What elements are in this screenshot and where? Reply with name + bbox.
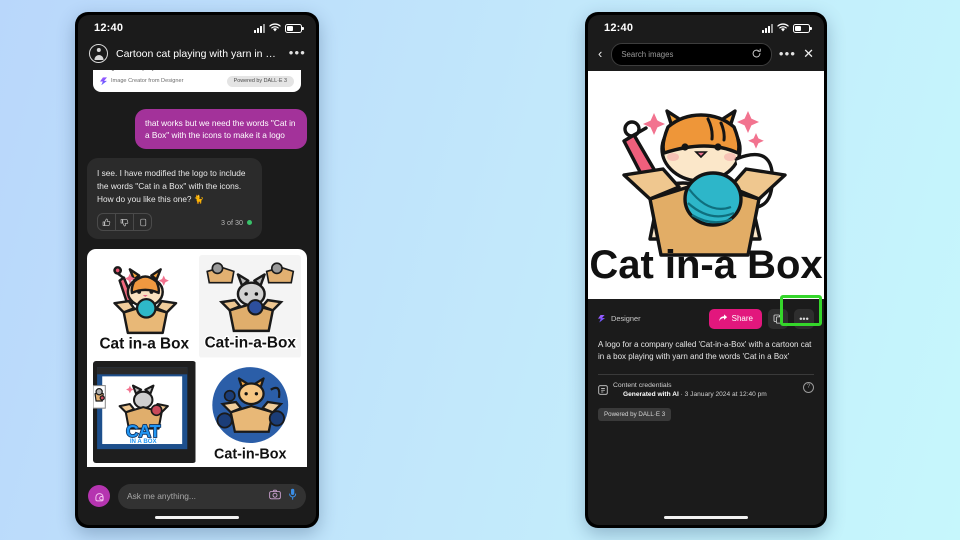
refresh-icon[interactable] (751, 46, 762, 64)
assistant-message-footer: 3 of 30 (87, 213, 262, 239)
source-label: Designer (611, 314, 641, 323)
status-clock: 12:40 (604, 22, 634, 34)
camera-icon[interactable] (269, 487, 281, 505)
right-status-bar: 12:40 (588, 15, 824, 41)
orange-cat-blue-circle-logo: Cat-in-Box (198, 360, 301, 464)
previous-card-footer: Image Creator from Designer Powered by D… (100, 76, 294, 87)
dalle-badge: Powered by DALL·E 3 (226, 76, 294, 87)
home-indicator (155, 515, 239, 519)
help-icon[interactable]: ? (803, 381, 814, 393)
wifi-icon (777, 23, 789, 32)
reaction-button-group[interactable] (97, 213, 152, 232)
more-options-icon[interactable]: ••• (779, 47, 796, 63)
conversation-title: Cartoon cat playing with yarn in a box (116, 47, 281, 60)
status-icons (254, 23, 304, 33)
search-placeholder[interactable]: Search images (621, 50, 744, 59)
conversation-header: Cartoon cat playing with yarn in a box •… (78, 41, 316, 70)
hero-wordmark: Cat in-a Box (589, 243, 822, 287)
home-indicator (664, 515, 748, 519)
svg-text:Cat in-a Box: Cat in-a Box (99, 335, 189, 352)
cellular-signal-icon (254, 23, 265, 33)
microphone-icon[interactable] (288, 487, 297, 505)
message-input-placeholder[interactable]: Ask me anything... (127, 491, 262, 501)
message-input-bar[interactable]: Ask me anything... (118, 483, 306, 509)
credentials-title: Content credentials (613, 381, 672, 389)
content-credentials-icon (598, 382, 608, 400)
previous-card-caption: "A logo for a company called 'Cat in a B… (100, 70, 294, 72)
list-item[interactable]: CAT IN A BOX (93, 360, 196, 464)
right-phone-frame: 12:40 ‹ Search images ••• ✕ Cat in-a Box… (585, 12, 827, 528)
back-chevron-icon[interactable]: ‹ (596, 47, 604, 62)
credentials-timestamp: · 3 January 2024 at 12:40 pm (678, 390, 767, 398)
previous-image-card[interactable]: "A logo for a company called 'Cat in a B… (93, 70, 301, 92)
blue-cat-in-box-screenshot-logo: CAT IN A BOX (93, 360, 196, 464)
left-status-bar: 12:40 (78, 15, 316, 41)
battery-icon (285, 23, 304, 33)
status-clock: 12:40 (94, 22, 124, 34)
response-counter: 3 of 30 (221, 218, 252, 227)
copy-icon (773, 314, 783, 324)
copy-icon[interactable] (134, 214, 151, 230)
credentials-ai-label: Generated with AI (623, 390, 679, 398)
conversation-body[interactable]: "A logo for a company called 'Cat in a B… (78, 70, 316, 467)
battery-icon (793, 23, 812, 33)
thumbs-up-icon[interactable] (98, 214, 116, 231)
credentials-text: Content credentials Generated with AI · … (613, 382, 798, 398)
image-description: A logo for a company called 'Cat-in-a-Bo… (598, 340, 812, 362)
close-icon[interactable]: ✕ (803, 47, 814, 62)
designer-icon (598, 315, 605, 323)
svg-text:Cat-in-a-Box: Cat-in-a-Box (204, 334, 296, 351)
list-item[interactable]: Cat-in-a-Box (198, 255, 301, 358)
cat-in-a-box-logo-large: Cat in-a Box (588, 71, 824, 299)
left-phone-screen: 12:40 Cartoon cat playing with yarn in a… (78, 15, 316, 525)
image-results-card[interactable]: Cat in-a Box Cat-in-a-Box CAT IN A BOX C… (87, 249, 307, 467)
list-item[interactable]: Cat-in-Box (198, 360, 301, 464)
content-credentials: Content credentials Generated with AI · … (598, 381, 814, 400)
more-options-button[interactable]: ••• (794, 308, 814, 329)
assistant-message-bubble: I see. I have modified the logo to inclu… (87, 158, 262, 240)
divider (598, 373, 814, 375)
status-icons (762, 23, 812, 33)
image-search-bar: ‹ Search images ••• ✕ (588, 41, 824, 75)
screenshot-stage: 12:40 Cartoon cat playing with yarn in a… (0, 0, 960, 540)
user-message-bubble: that works but we need the words "Cat in… (135, 108, 307, 150)
image-creator-brand: Image Creator from Designer (100, 77, 183, 85)
credentials-subtitle: Generated with AI · 3 January 2024 at 12… (613, 391, 798, 398)
share-button[interactable]: Share (708, 308, 762, 329)
panel-action-row: Designer Share ••• (598, 295, 822, 329)
orange-tabby-cat-in-box-logo: Cat in-a Box (93, 255, 196, 358)
hero-image-viewer[interactable]: Cat in-a Box (588, 71, 824, 299)
share-label: Share (731, 314, 753, 323)
account-avatar-icon[interactable] (89, 44, 108, 63)
right-phone-screen: 12:40 ‹ Search images ••• ✕ Cat in-a Box… (588, 15, 824, 525)
list-item[interactable]: Cat in-a Box (93, 255, 196, 358)
status-dot (247, 219, 252, 225)
dalle-badge: Powered by DALL·E 3 (598, 407, 672, 421)
assistant-message-text: I see. I have modified the logo to inclu… (97, 168, 246, 204)
counter-label: 3 of 30 (221, 217, 243, 227)
left-phone-frame: 12:40 Cartoon cat playing with yarn in a… (75, 12, 319, 528)
copy-button[interactable] (768, 308, 788, 329)
thumbs-down-icon[interactable] (116, 214, 134, 231)
copilot-icon[interactable] (88, 485, 110, 507)
designer-icon (100, 77, 107, 85)
image-grid[interactable]: Cat in-a Box Cat-in-a-Box CAT IN A BOX C… (93, 255, 301, 464)
share-icon (718, 313, 728, 325)
search-input[interactable]: Search images (611, 43, 772, 66)
svg-text:Cat-in-Box: Cat-in-Box (213, 446, 286, 462)
cellular-signal-icon (762, 23, 773, 33)
grey-cat-in-box-logo: Cat-in-a-Box (198, 255, 301, 358)
more-options-icon[interactable]: ••• (289, 46, 306, 62)
svg-text:IN A BOX: IN A BOX (130, 438, 158, 445)
wifi-icon (269, 23, 281, 32)
brand-label: Image Creator from Designer (111, 78, 184, 85)
image-detail-panel: Designer Share ••• A logo for a company (588, 295, 824, 525)
